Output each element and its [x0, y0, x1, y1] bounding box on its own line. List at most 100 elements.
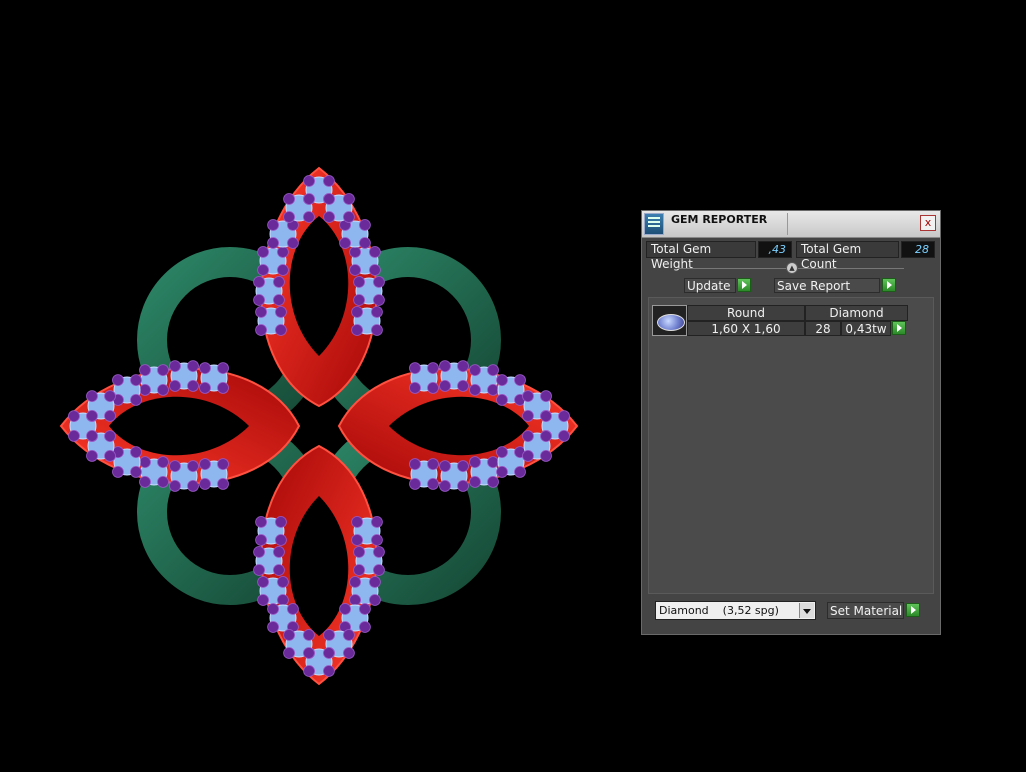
prong	[469, 456, 481, 468]
prong	[302, 647, 315, 659]
prong	[373, 276, 385, 288]
prong	[351, 306, 363, 318]
prong	[283, 647, 296, 659]
prong	[112, 466, 124, 478]
prong	[540, 390, 552, 402]
save-report-button[interactable]: Save Report	[774, 278, 880, 293]
prong	[187, 460, 199, 472]
prong	[139, 364, 151, 376]
prong	[323, 193, 336, 205]
prong	[522, 409, 534, 422]
prong	[369, 264, 381, 276]
prong	[457, 360, 469, 372]
prong	[439, 360, 451, 372]
prong	[522, 390, 534, 402]
3d-viewport[interactable]	[0, 0, 620, 768]
collapse-icon[interactable]: ▲	[786, 262, 798, 274]
prong	[439, 380, 451, 392]
prong	[373, 294, 385, 306]
prong	[349, 594, 361, 606]
prong	[427, 458, 439, 470]
prong	[277, 594, 289, 606]
title-separator	[787, 213, 788, 235]
prong	[283, 193, 295, 205]
prong	[255, 516, 267, 528]
update-play-arrow-icon[interactable]	[737, 278, 751, 292]
prong	[255, 324, 267, 336]
prong	[277, 246, 289, 258]
prong	[199, 382, 211, 394]
close-icon[interactable]: x	[920, 215, 936, 231]
prong	[157, 364, 169, 376]
prong	[522, 449, 534, 462]
gem-list[interactable]: Round Diamond 1,60 X 1,60 28 0,43tw	[648, 297, 934, 594]
dropdown-arrow-icon[interactable]	[799, 603, 814, 618]
prong	[322, 175, 335, 187]
gem-size: 1,60 X 1,60	[687, 321, 805, 336]
prong	[558, 410, 570, 423]
red-metal-petals	[59, 166, 579, 686]
set-material-button[interactable]: Set Material	[827, 602, 904, 619]
prong	[303, 175, 316, 187]
prong	[439, 480, 451, 492]
gem-row-play-arrow-icon[interactable]	[892, 321, 906, 335]
prong	[169, 360, 181, 372]
prong	[157, 476, 169, 488]
prong	[522, 430, 534, 443]
prong	[257, 576, 269, 588]
prong	[273, 546, 285, 558]
prong	[409, 362, 421, 374]
prong	[267, 219, 279, 231]
gem-shape: Round	[687, 305, 805, 321]
prong	[349, 264, 361, 276]
prong	[253, 564, 265, 576]
prong	[139, 384, 151, 396]
prong	[187, 380, 199, 392]
prong	[277, 576, 289, 588]
prong	[540, 430, 552, 443]
prong	[487, 364, 499, 376]
prong	[322, 647, 335, 659]
material-select[interactable]: Diamond (3,52 spg)	[655, 601, 816, 620]
prong	[339, 237, 352, 249]
prong	[373, 564, 385, 576]
prong	[369, 576, 381, 588]
prong	[343, 647, 355, 659]
prong	[302, 629, 315, 641]
prong	[359, 237, 371, 249]
prong	[217, 362, 229, 374]
prong	[169, 460, 181, 472]
update-button[interactable]: Update	[684, 278, 736, 293]
prong	[353, 276, 365, 288]
prong	[104, 409, 116, 422]
prong	[427, 382, 439, 394]
ring-model	[59, 166, 579, 686]
prong	[359, 219, 371, 231]
gem-reporter-panel: GEM REPORTER x Total Gem Weight ,43 Tota…	[641, 210, 941, 635]
prong	[68, 410, 80, 423]
prong	[187, 480, 199, 492]
prong	[323, 211, 336, 223]
save-report-play-arrow-icon[interactable]	[882, 278, 896, 292]
set-material-play-arrow-icon[interactable]	[906, 603, 920, 617]
prong	[469, 384, 481, 396]
prong	[540, 410, 552, 423]
prong	[286, 237, 299, 249]
prong	[255, 534, 267, 546]
prong	[273, 276, 285, 288]
prong	[359, 621, 371, 633]
prong	[283, 211, 295, 223]
panel-title: GEM REPORTER	[671, 213, 768, 226]
titlebar[interactable]: GEM REPORTER x	[642, 211, 940, 238]
prong	[130, 466, 142, 478]
prong	[217, 382, 229, 394]
prong	[169, 380, 181, 392]
prong	[253, 276, 265, 288]
prong	[217, 478, 229, 490]
prong	[439, 460, 451, 472]
prong	[469, 364, 481, 376]
prong	[253, 294, 265, 306]
prong	[130, 374, 142, 386]
prong	[322, 665, 335, 677]
prong	[217, 458, 229, 470]
